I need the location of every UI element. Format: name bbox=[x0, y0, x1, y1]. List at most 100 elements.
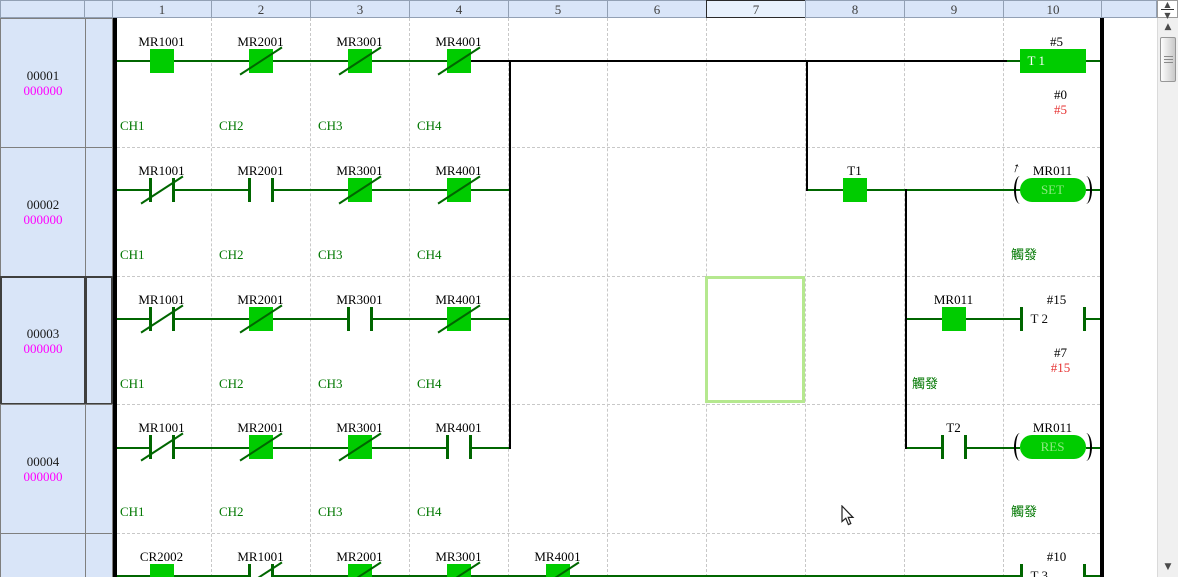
coil-SET-MR011[interactable]: SET bbox=[1020, 178, 1086, 202]
contact-bar bbox=[248, 564, 251, 577]
column-header-5[interactable]: 5 bbox=[508, 0, 608, 18]
header-corner-cell-2 bbox=[84, 0, 113, 18]
row-header-00003[interactable]: 00003000000 bbox=[0, 276, 86, 405]
rung-number: 00003 bbox=[2, 326, 84, 341]
row-header-narrow[interactable] bbox=[85, 18, 113, 148]
row-header-r5[interactable] bbox=[0, 533, 86, 577]
contact-bar bbox=[370, 307, 373, 331]
column-header-9[interactable]: 9 bbox=[904, 0, 1004, 18]
contact-bar bbox=[446, 435, 449, 459]
coil-operand-label: MR011 bbox=[1005, 421, 1101, 435]
device-comment: CH4 bbox=[417, 248, 509, 263]
device-label: MR3001 bbox=[312, 293, 408, 307]
timer-box[interactable]: T 3 bbox=[1023, 564, 1083, 577]
wire-segment bbox=[509, 60, 511, 449]
contact-body-energized bbox=[150, 564, 174, 577]
device-label: MR1001 bbox=[114, 293, 210, 307]
contact-body-energized bbox=[942, 307, 966, 331]
device-label: MR4001 bbox=[411, 35, 507, 49]
split-down-icon: ▼ bbox=[1158, 10, 1177, 18]
row-header-column: 0000100000000002000000000030000000000400… bbox=[0, 18, 113, 577]
device-label: MR1001 bbox=[114, 421, 210, 435]
device-label: MR2001 bbox=[213, 35, 309, 49]
row-header-00004[interactable]: 00004000000 bbox=[0, 404, 86, 534]
column-header-6[interactable]: 6 bbox=[607, 0, 707, 18]
row-header-00001[interactable]: 00001000000 bbox=[0, 18, 86, 148]
timer-T1[interactable]: T 1 bbox=[1020, 49, 1086, 73]
column-header-10[interactable]: 10 bbox=[1003, 0, 1103, 18]
device-label: MR2001 bbox=[312, 550, 408, 564]
timer-preset: #10 bbox=[1017, 550, 1097, 564]
device-label: MR1001 bbox=[213, 550, 309, 564]
device-comment: CH3 bbox=[318, 377, 410, 392]
device-comment: CH3 bbox=[318, 248, 410, 263]
rung-step-count: 000000 bbox=[1, 83, 85, 98]
split-view-handle[interactable]: ▲ ▼ bbox=[1157, 0, 1178, 18]
column-header-3[interactable]: 3 bbox=[310, 0, 410, 18]
coil-arc-right-icon bbox=[1080, 176, 1092, 204]
row-header-narrow[interactable] bbox=[85, 404, 113, 534]
column-header-4[interactable]: 4 bbox=[409, 0, 509, 18]
contact-bar bbox=[248, 178, 251, 202]
right-power-rail bbox=[1100, 18, 1104, 577]
scroll-down-icon[interactable]: ▼ bbox=[1158, 561, 1178, 573]
row-header-00002[interactable]: 00002000000 bbox=[0, 147, 86, 277]
device-comment: CH4 bbox=[417, 119, 509, 134]
contact-bar bbox=[941, 435, 944, 459]
scrollbar-thumb[interactable] bbox=[1160, 37, 1176, 82]
timer-bar bbox=[1083, 307, 1086, 331]
column-header-row: 12345678910 bbox=[0, 0, 1178, 18]
header-end-cell bbox=[1101, 0, 1157, 18]
timer-bar bbox=[1083, 564, 1086, 577]
device-label: MR1001 bbox=[114, 164, 210, 178]
timer-preset: #15 bbox=[1017, 293, 1097, 307]
device-comment: CH4 bbox=[417, 377, 509, 392]
device-label: MR4001 bbox=[510, 550, 606, 564]
device-comment: CH2 bbox=[219, 248, 311, 263]
thumb-grip bbox=[1164, 62, 1173, 63]
split-up-icon: ▲ bbox=[1158, 0, 1177, 7]
row-header-narrow[interactable] bbox=[85, 147, 113, 277]
row-header-narrow[interactable] bbox=[85, 276, 113, 405]
device-label: CR2002 bbox=[114, 550, 210, 564]
header-corner-cell bbox=[0, 0, 85, 18]
timer-preset: #5 bbox=[1017, 35, 1097, 49]
device-label: MR3001 bbox=[312, 421, 408, 435]
scroll-up-icon[interactable]: ▲ bbox=[1158, 21, 1178, 33]
thumb-grip bbox=[1164, 59, 1173, 60]
device-label: MR2001 bbox=[213, 293, 309, 307]
device-comment: CH1 bbox=[120, 248, 212, 263]
rung-number: 00002 bbox=[1, 197, 85, 212]
coil-arc-left-icon bbox=[1014, 433, 1026, 461]
contact-bar bbox=[347, 307, 350, 331]
device-comment: CH2 bbox=[219, 505, 311, 520]
device-comment: CH4 bbox=[417, 505, 509, 520]
vertical-scrollbar[interactable]: ▲ ▼ bbox=[1157, 18, 1178, 577]
rung-number: 00004 bbox=[1, 454, 85, 469]
column-header-1[interactable]: 1 bbox=[112, 0, 212, 18]
coil-arc-left-icon bbox=[1014, 176, 1026, 204]
contact-gap bbox=[251, 187, 271, 195]
row-header-narrow[interactable] bbox=[85, 533, 113, 577]
rung-number: 00001 bbox=[1, 68, 85, 83]
thumb-grip bbox=[1164, 56, 1173, 57]
timer-setpoint: #0 bbox=[1021, 88, 1101, 102]
ladder-editor-window: MR1001CH1MR2001CH2MR3001CH3MR4001CH4T 1#… bbox=[0, 0, 1178, 577]
mouse-cursor bbox=[841, 505, 855, 527]
rung-step-count: 000000 bbox=[1, 469, 85, 484]
device-label: MR4001 bbox=[411, 293, 507, 307]
device-label: MR3001 bbox=[312, 164, 408, 178]
device-label: T1 bbox=[807, 164, 903, 178]
column-header-2[interactable]: 2 bbox=[211, 0, 311, 18]
coil-RES-MR011[interactable]: RES bbox=[1020, 435, 1086, 459]
ladder-layer: MR1001CH1MR2001CH2MR3001CH3MR4001CH4T 1#… bbox=[0, 0, 1178, 577]
wire-segment bbox=[470, 60, 1008, 62]
wire-segment bbox=[1086, 60, 1101, 62]
column-header-8[interactable]: 8 bbox=[805, 0, 905, 18]
contact-body-energized bbox=[150, 49, 174, 73]
wire-segment bbox=[905, 189, 907, 449]
contact-gap bbox=[944, 444, 964, 452]
timer-box[interactable]: T 2 bbox=[1023, 307, 1083, 331]
timer-bar bbox=[1020, 564, 1023, 577]
column-header-7[interactable]: 7 bbox=[706, 0, 806, 18]
